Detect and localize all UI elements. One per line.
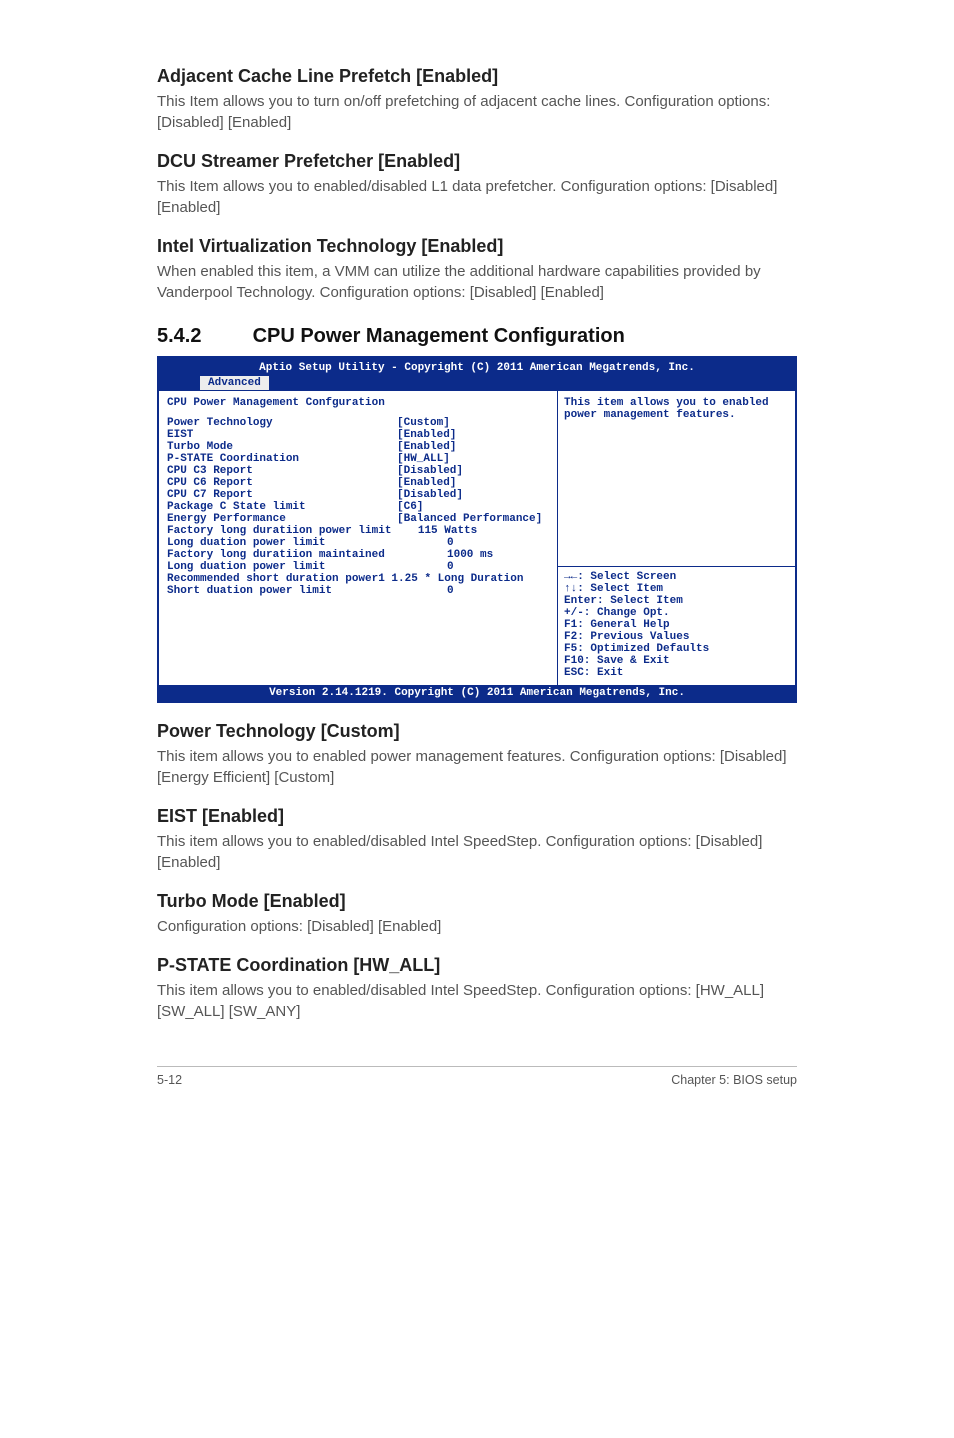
bios-row: Short duation power limit0: [167, 585, 549, 597]
bios-row: Turbo Mode[Enabled]: [167, 441, 549, 453]
heading-power-tech: Power Technology [Custom]: [157, 721, 797, 742]
desc-eist: This item allows you to enabled/disabled…: [157, 831, 797, 873]
bios-nav-line: +/-: Change Opt.: [564, 607, 789, 619]
desc-dcu-streamer: This Item allows you to enabled/disabled…: [157, 176, 797, 218]
desc-power-tech: This item allows you to enabled power ma…: [157, 746, 797, 788]
bios-row: CPU C3 Report[Disabled]: [167, 465, 549, 477]
bios-nav-line: ESC: Exit: [564, 667, 789, 679]
bios-row: Long duation power limit0: [167, 537, 549, 549]
desc-pstate: This item allows you to enabled/disabled…: [157, 980, 797, 1022]
bios-screenshot: Aptio Setup Utility - Copyright (C) 2011…: [157, 356, 797, 703]
heading-eist: EIST [Enabled]: [157, 806, 797, 827]
bios-nav-line: ↑↓: Select Item: [564, 583, 789, 595]
heading-dcu-streamer: DCU Streamer Prefetcher [Enabled]: [157, 151, 797, 172]
desc-adjacent-cache: This Item allows you to turn on/off pref…: [157, 91, 797, 133]
bios-nav-line: F2: Previous Values: [564, 631, 789, 643]
bios-nav-line: F10: Save & Exit: [564, 655, 789, 667]
bios-nav-line: Enter: Select Item: [564, 595, 789, 607]
bios-row: Long duation power limit0: [167, 561, 549, 573]
bios-row: Power Technology[Custom]: [167, 417, 549, 429]
bios-title: Aptio Setup Utility - Copyright (C) 2011…: [159, 360, 795, 374]
bios-row: EIST[Enabled]: [167, 429, 549, 441]
bios-nav-line: F5: Optimized Defaults: [564, 643, 789, 655]
desc-intel-vt: When enabled this item, a VMM can utiliz…: [157, 261, 797, 303]
bios-row: Factory long duratiion maintained1000 ms: [167, 549, 549, 561]
bios-row: CPU C6 Report[Enabled]: [167, 477, 549, 489]
bios-help-text: This item allows you to enabled power ma…: [564, 397, 789, 562]
heading-adjacent-cache: Adjacent Cache Line Prefetch [Enabled]: [157, 66, 797, 87]
chapter-label: Chapter 5: BIOS setup: [671, 1073, 797, 1087]
section-number: 5.4.2: [157, 325, 247, 348]
bios-nav-line: F1: General Help: [564, 619, 789, 631]
bios-row: P-STATE Coordination[HW_ALL]: [167, 453, 549, 465]
bios-nav-line: →←: Select Screen: [564, 571, 789, 583]
section-heading: 5.4.2 CPU Power Management Configuration: [157, 325, 797, 348]
page-footer: 5-12 Chapter 5: BIOS setup: [157, 1066, 797, 1087]
heading-intel-vt: Intel Virtualization Technology [Enabled…: [157, 236, 797, 257]
bios-row: CPU C7 Report[Disabled]: [167, 489, 549, 501]
bios-tab-advanced: Advanced: [199, 375, 270, 390]
bios-row: Package C State limit[C6]: [167, 501, 549, 513]
bios-row: Energy Performance[Balanced Performance]: [167, 513, 549, 525]
bios-recommended-line: Recommended short duration power1 1.25 *…: [167, 573, 549, 585]
section-title: CPU Power Management Configuration: [253, 325, 625, 347]
heading-pstate: P-STATE Coordination [HW_ALL]: [157, 955, 797, 976]
bios-factory-power: Factory long duratiion power limit 115 W…: [167, 525, 549, 537]
page-number: 5-12: [157, 1073, 182, 1087]
bios-subtitle: CPU Power Management Confguration: [167, 397, 549, 409]
desc-turbo: Configuration options: [Disabled] [Enabl…: [157, 916, 797, 937]
heading-turbo: Turbo Mode [Enabled]: [157, 891, 797, 912]
bios-footer: Version 2.14.1219. Copyright (C) 2011 Am…: [159, 685, 795, 701]
